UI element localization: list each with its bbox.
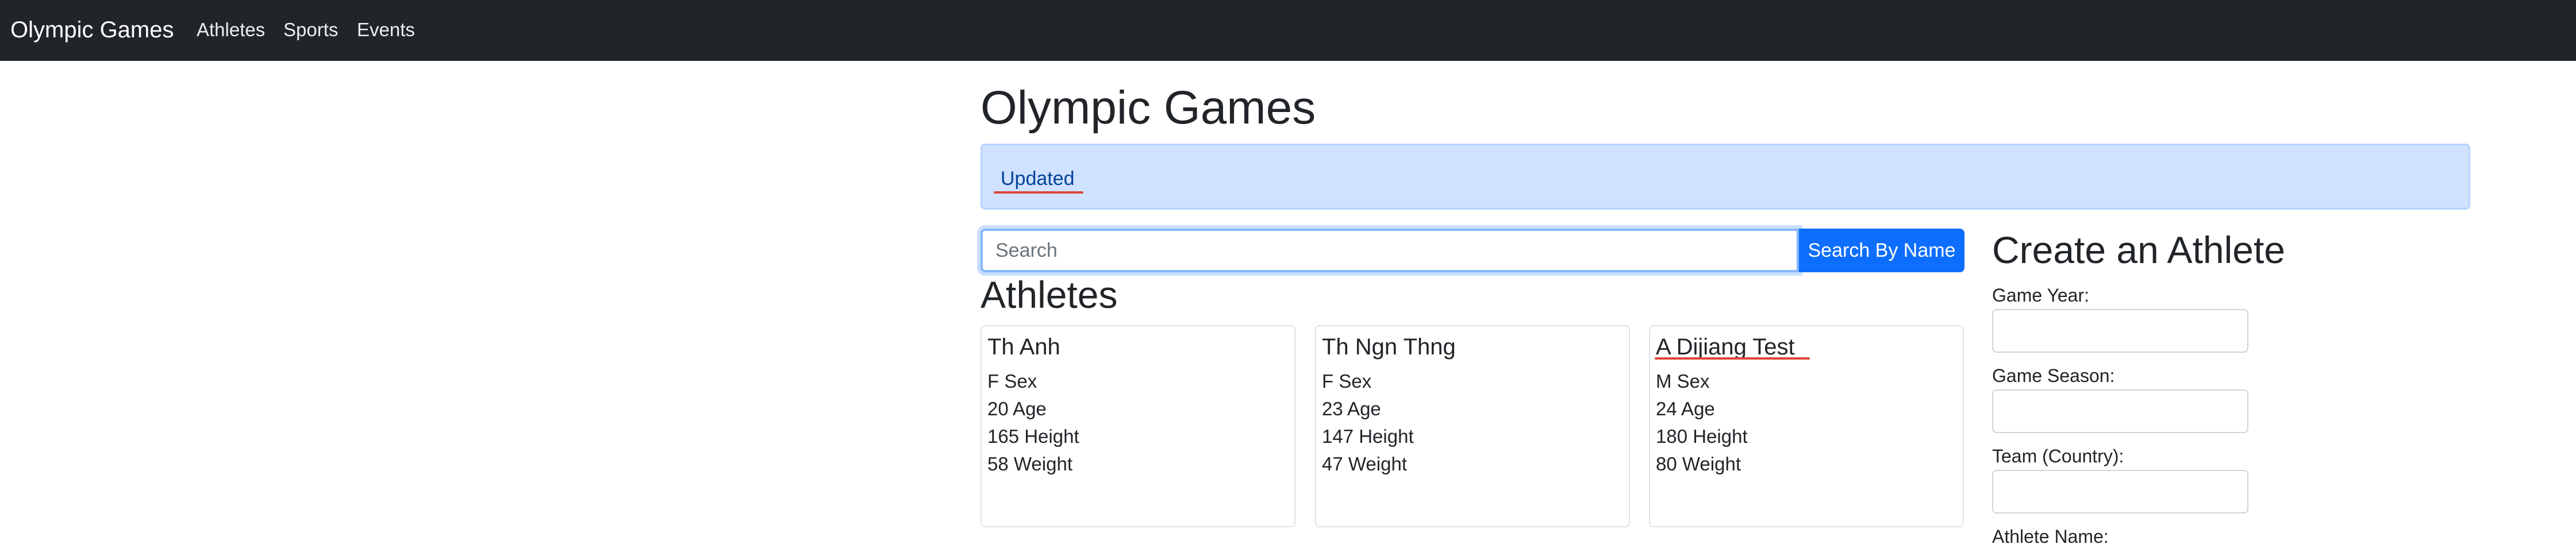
game-season-input[interactable]	[1992, 389, 2248, 433]
game-season-label: Game Season:	[1992, 365, 2115, 386]
page-title: Olympic Games	[981, 82, 1316, 134]
nav-link-events[interactable]: Events	[357, 18, 415, 41]
athlete-weight: 47 Weight	[1322, 453, 1407, 474]
athlete-card[interactable]: A Dijiang Test M Sex 24 Age 180 Height 8…	[1649, 325, 1964, 527]
athlete-age: 23 Age	[1322, 398, 1381, 419]
search-by-name-button[interactable]: Search By Name	[1799, 229, 1964, 272]
athlete-card[interactable]: Th Ngn Thng F Sex 23 Age 147 Height 47 W…	[1315, 325, 1630, 527]
athlete-weight: 80 Weight	[1656, 453, 1741, 474]
spellcheck-underline	[994, 191, 1083, 194]
athlete-weight: 58 Weight	[987, 453, 1072, 474]
athlete-card[interactable]: Th Anh F Sex 20 Age 165 Height 58 Weight	[981, 325, 1295, 527]
athlete-name: Th Anh	[987, 334, 1060, 360]
nav-link-athletes[interactable]: Athletes	[197, 18, 265, 41]
athlete-age: 24 Age	[1656, 398, 1715, 419]
athlete-sex: M Sex	[1656, 371, 1710, 392]
game-year-label: Game Year:	[1992, 285, 2089, 306]
game-year-input[interactable]	[1992, 309, 2248, 353]
search-input[interactable]	[981, 229, 1799, 272]
brand-link[interactable]: Olympic Games	[10, 16, 174, 44]
top-navbar: Olympic Games Athletes Sports Events	[0, 0, 2576, 61]
athlete-sex: F Sex	[1322, 371, 1372, 392]
athlete-height: 147 Height	[1322, 426, 1414, 447]
athlete-name: A Dijiang Test	[1656, 334, 1795, 360]
athlete-sex: F Sex	[987, 371, 1037, 392]
athlete-height: 165 Height	[987, 426, 1079, 447]
nav-link-sports[interactable]: Sports	[283, 18, 338, 41]
alert-message: Updated	[1001, 168, 1075, 190]
athlete-height: 180 Height	[1656, 426, 1748, 447]
team-country-input[interactable]	[1992, 470, 2248, 514]
create-athlete-heading: Create an Athlete	[1992, 229, 2286, 271]
athletes-heading: Athletes	[981, 273, 1118, 316]
team-country-label: Team (Country):	[1992, 446, 2124, 466]
spellcheck-underline	[1655, 357, 1810, 360]
athlete-name: Th Ngn Thng	[1322, 334, 1456, 360]
athlete-age: 20 Age	[987, 398, 1047, 419]
status-alert: Updated	[981, 144, 2470, 210]
athlete-name-label: Athlete Name:	[1992, 526, 2109, 547]
